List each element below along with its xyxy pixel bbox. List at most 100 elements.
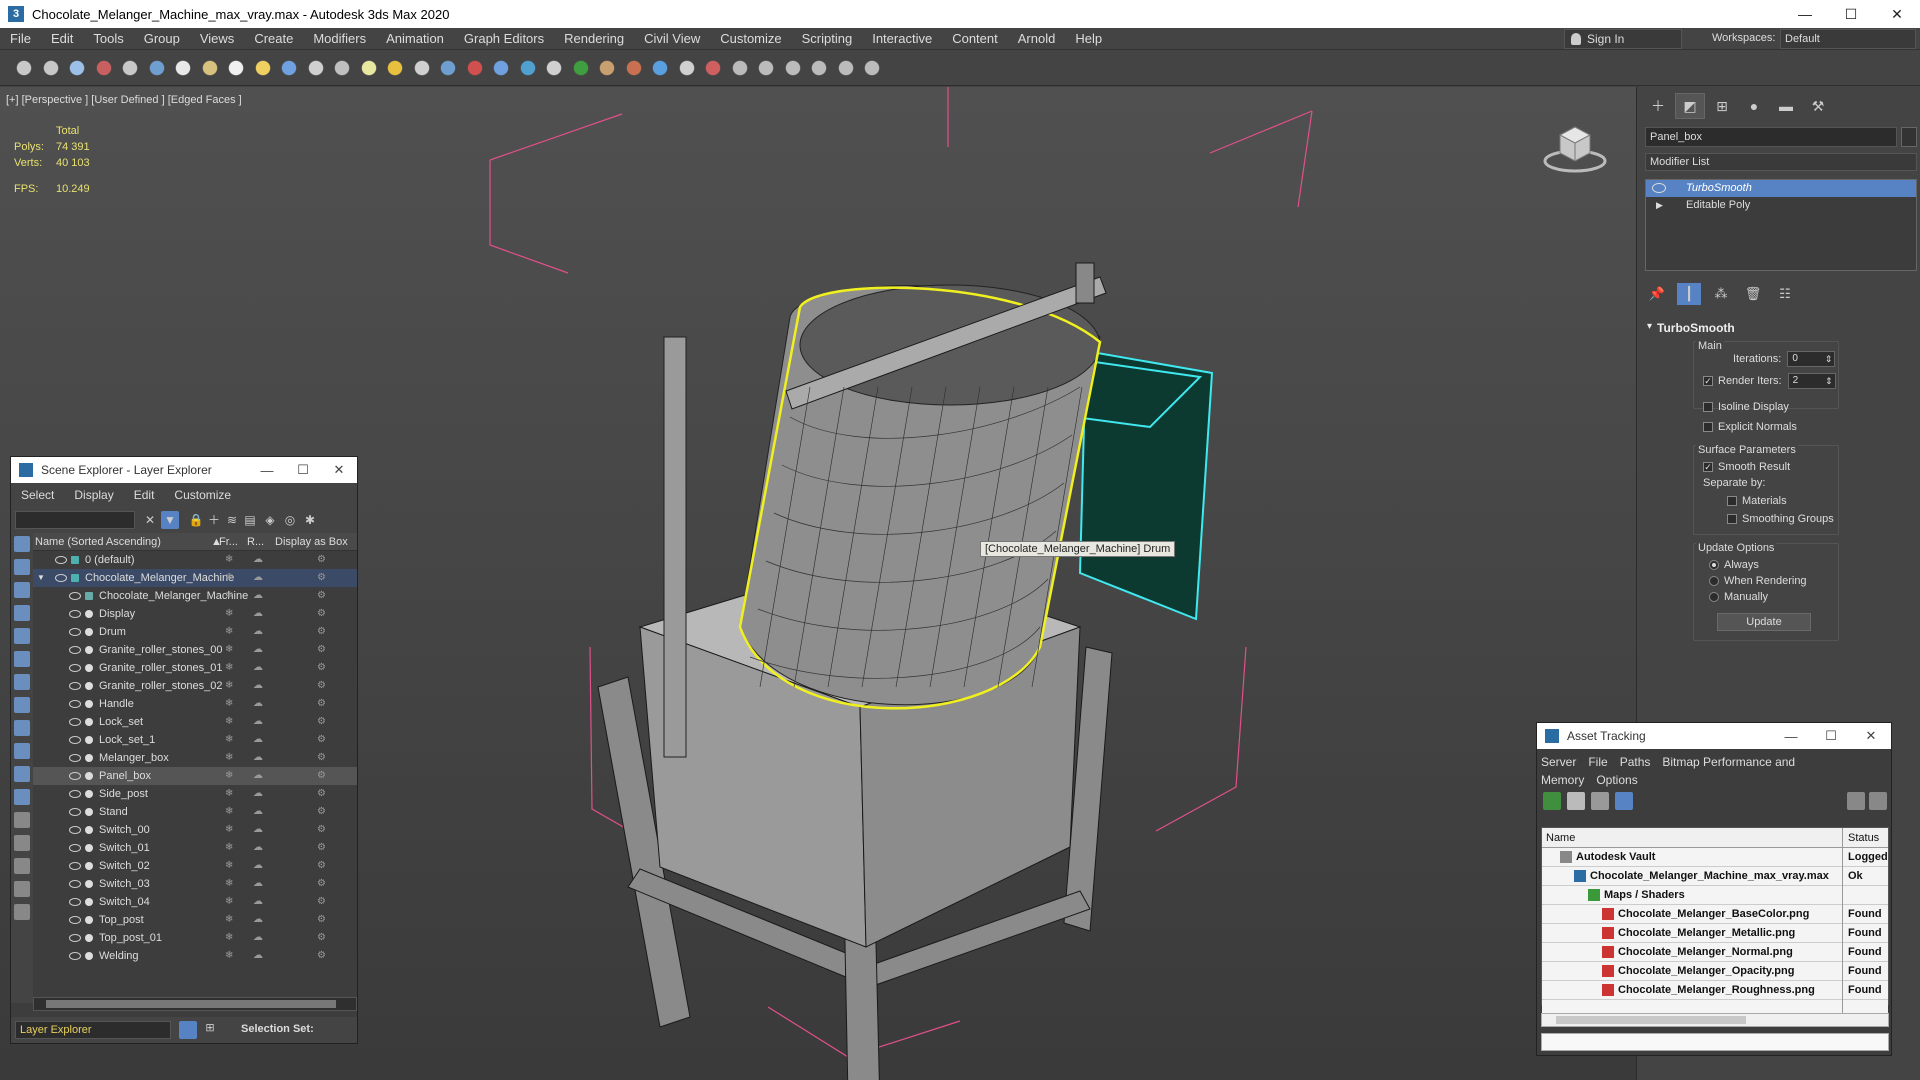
freeze-icon[interactable]: ❄ [225, 929, 233, 947]
asset-row[interactable]: Chocolate_Melanger_BaseColor.png Found [1542, 905, 1888, 924]
scene-explorer-titlebar[interactable]: Scene Explorer - Layer Explorer — ☐ ✕ [11, 457, 357, 483]
align-icon[interactable] [568, 56, 593, 80]
box-icon[interactable]: ⚙ [317, 713, 326, 731]
list-item[interactable]: Top_post ❄ ☁ ⚙ [33, 911, 357, 929]
freeze-icon[interactable]: ❄ [225, 767, 233, 785]
render-icon[interactable]: ☁ [253, 875, 263, 893]
visibility-eye-icon[interactable] [69, 682, 81, 690]
freeze-icon[interactable]: ❄ [225, 821, 233, 839]
ref-coord-icon[interactable] [356, 56, 381, 80]
list-item[interactable]: Switch_00 ❄ ☁ ⚙ [33, 821, 357, 839]
horizontal-scrollbar[interactable] [33, 997, 357, 1011]
visibility-eye-icon[interactable] [55, 574, 67, 582]
utilities-tab-icon[interactable]: ⚒ [1803, 93, 1833, 119]
visibility-eye-icon[interactable] [69, 664, 81, 672]
filter-containers-icon[interactable] [14, 743, 30, 759]
snap-icon[interactable] [409, 56, 434, 80]
angle-snap-icon[interactable] [436, 56, 460, 80]
render-icon[interactable]: ☁ [253, 659, 263, 677]
curve-editor-icon[interactable] [648, 56, 672, 80]
sign-in-dropdown[interactable]: Sign In [1564, 29, 1682, 49]
freeze-icon[interactable]: ❄ [225, 731, 233, 749]
funnel-icon[interactable] [14, 881, 30, 897]
freeze-icon[interactable]: ❄ [225, 713, 233, 731]
iterations-spinner[interactable]: 0 [1787, 351, 1836, 367]
menu-views[interactable]: Views [190, 28, 244, 50]
display-none-icon[interactable] [14, 835, 30, 851]
mirror-icon[interactable] [542, 56, 566, 80]
thumbnail-icon[interactable] [1591, 792, 1609, 810]
named-sel-icon[interactable] [515, 56, 540, 80]
asset-row[interactable]: Maps / Shaders [1542, 886, 1888, 905]
modifier-list-dropdown[interactable]: Modifier List [1645, 153, 1917, 171]
render-icon[interactable]: ☁ [253, 767, 263, 785]
menu-rendering[interactable]: Rendering [554, 28, 634, 50]
freeze-icon[interactable]: ❄ [225, 641, 233, 659]
visibility-eye-icon[interactable] [69, 628, 81, 636]
smoothing-groups-checkbox[interactable] [1727, 514, 1737, 524]
horizontal-scrollbar[interactable] [1541, 1013, 1889, 1027]
render-icon[interactable]: ☁ [253, 893, 263, 911]
selection-filter-icon[interactable] [144, 56, 169, 80]
motion-tab-icon[interactable]: ● [1739, 93, 1769, 119]
render-icon[interactable]: ☁ [253, 947, 263, 965]
render-cloud-icon[interactable] [833, 56, 858, 80]
menu-civil-view[interactable]: Civil View [634, 28, 710, 50]
object-color-swatch[interactable] [1901, 127, 1917, 147]
settings-icon[interactable]: ✱ [301, 511, 319, 529]
column-name[interactable]: Name (Sorted Ascending) [35, 533, 161, 551]
render-icon[interactable]: ☁ [253, 551, 263, 569]
visibility-eye-icon[interactable] [69, 610, 81, 618]
render-icon[interactable]: ☁ [253, 587, 263, 605]
list-item[interactable]: Welding ❄ ☁ ⚙ [33, 947, 357, 965]
freeze-icon[interactable]: ❄ [225, 785, 233, 803]
stack-item-turbosmooth[interactable]: TurboSmooth [1646, 180, 1916, 197]
modify-tab-icon[interactable]: ◩ [1675, 93, 1705, 119]
clear-search-icon[interactable]: ✕ [141, 511, 159, 529]
hierarchy-icon[interactable]: ⊞ [201, 1021, 219, 1039]
schematic-icon[interactable] [674, 56, 699, 80]
render-icon[interactable]: ☁ [253, 857, 263, 875]
list-item[interactable]: Lock_set ❄ ☁ ⚙ [33, 713, 357, 731]
render-icon[interactable]: ☁ [253, 623, 263, 641]
render-icon[interactable] [780, 56, 805, 80]
box-icon[interactable]: ⚙ [317, 929, 326, 947]
asset-path-field[interactable] [1541, 1033, 1889, 1051]
maximize-button[interactable]: ☐ [1828, 0, 1874, 28]
render-icon[interactable]: ☁ [253, 803, 263, 821]
render-setup-icon[interactable] [727, 56, 752, 80]
asset-row[interactable]: Chocolate_Melanger_Roughness.png Found [1542, 981, 1888, 1000]
layer-icon[interactable]: ▤ [241, 511, 259, 529]
list-item[interactable]: Display ❄ ☁ ⚙ [33, 605, 357, 623]
freeze-icon[interactable]: ❄ [225, 677, 233, 695]
link-icon[interactable] [65, 56, 89, 80]
box-icon[interactable]: ⚙ [317, 659, 326, 677]
pivot-icon[interactable] [383, 56, 407, 80]
spinner-snap-icon[interactable] [489, 56, 513, 80]
render-icon[interactable]: ☁ [253, 911, 263, 929]
material-editor-icon[interactable] [701, 56, 725, 80]
maximize-button[interactable]: ☐ [1811, 728, 1851, 744]
ribbon-icon[interactable] [621, 56, 646, 80]
list-item[interactable]: Melanger_box ❄ ☁ ⚙ [33, 749, 357, 767]
window-crossing-icon[interactable] [250, 56, 275, 80]
list-item[interactable]: Switch_03 ❄ ☁ ⚙ [33, 875, 357, 893]
list-item[interactable]: Drum ❄ ☁ ⚙ [33, 623, 357, 641]
render-icon[interactable]: ☁ [253, 677, 263, 695]
visibility-eye-icon[interactable] [69, 736, 81, 744]
box-icon[interactable]: ⚙ [317, 767, 326, 785]
render-icon[interactable]: ☁ [253, 605, 263, 623]
help-icon[interactable] [1847, 792, 1865, 810]
box-icon[interactable]: ⚙ [317, 911, 326, 929]
filter-frozen-icon[interactable] [14, 766, 30, 782]
new-layer-icon[interactable]: ＋ [205, 511, 223, 529]
se-menu-display[interactable]: Display [64, 488, 123, 502]
filter-lights-icon[interactable] [14, 582, 30, 598]
box-icon[interactable]: ⚙ [317, 839, 326, 857]
table-view-icon[interactable] [1615, 792, 1633, 810]
minimize-button[interactable]: — [1771, 729, 1811, 744]
box-icon[interactable]: ⚙ [317, 587, 326, 605]
render-icon[interactable]: ☁ [253, 821, 263, 839]
refresh-icon[interactable] [1543, 792, 1561, 810]
visibility-eye-icon[interactable] [69, 898, 81, 906]
